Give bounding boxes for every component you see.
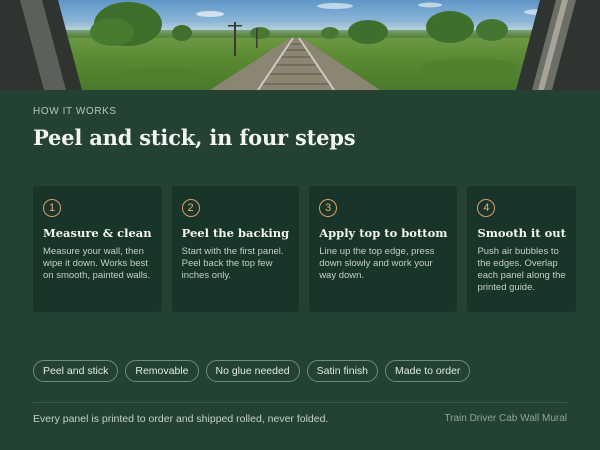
how-it-works-section: HOW IT WORKS Peel and stick, in four ste… [33, 106, 567, 150]
section-eyebrow: HOW IT WORKS [33, 106, 117, 117]
step-number-badge: 4 [477, 199, 496, 217]
tag-satin-finish: Satin finish [306, 360, 379, 382]
section-title: Peel and stick, in four steps [33, 125, 356, 150]
step-description: Start with the first panel. Peel back th… [181, 246, 284, 281]
step-number-badge: 1 [43, 199, 61, 217]
tag-removable: Removable [125, 360, 199, 382]
step-description: Line up the top edge, press down slowly … [319, 246, 435, 281]
step-title: Apply top to bottom [319, 226, 448, 240]
footer-note: Every panel is printed to order and ship… [33, 413, 329, 425]
step-card-1: 1 Measure & clean Measure your wall, the… [33, 186, 162, 312]
tag-peel-and-stick: Peel and stick [33, 360, 119, 382]
step-card-4: 4 Smooth it out Push air bubbles to the … [467, 186, 576, 312]
footer-product-name: Train Driver Cab Wall Mural [444, 413, 567, 424]
step-card-3: 3 Apply top to bottom Line up the top ed… [309, 186, 458, 312]
hero-image [0, 0, 600, 90]
step-title: Measure & clean [43, 226, 152, 240]
step-title: Peel the backing [181, 226, 290, 240]
railway-track-cab-view-icon [0, 0, 600, 90]
step-description: Measure your wall, then wipe it down. Wo… [43, 246, 151, 281]
step-title: Smooth it out [477, 226, 566, 240]
steps-list: 1 Measure & clean Measure your wall, the… [33, 186, 576, 312]
tag-no-glue-needed: No glue needed [205, 360, 300, 382]
tag-made-to-order: Made to order [385, 360, 471, 382]
step-number-badge: 2 [181, 199, 200, 217]
step-card-2: 2 Peel the backing Start with the first … [171, 186, 300, 312]
feature-tags: Peel and stick Removable No glue needed … [33, 360, 471, 382]
footer-divider [33, 402, 567, 403]
step-number-badge: 3 [319, 199, 338, 217]
step-description: Push air bubbles to the edges. Overlap e… [477, 246, 566, 293]
